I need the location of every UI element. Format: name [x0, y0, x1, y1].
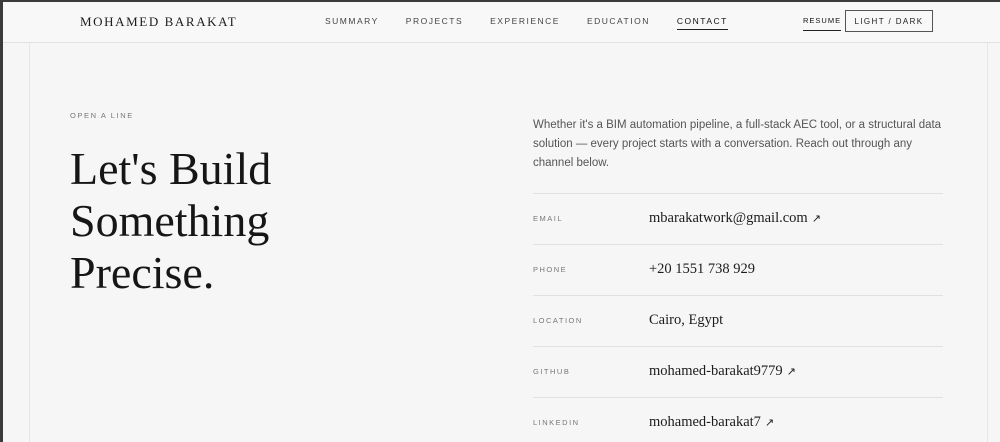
contact-value: mbarakatwork@gmail.com	[649, 210, 808, 226]
content-border-left	[29, 43, 30, 442]
page-title: Let's Build Something Precise.	[70, 143, 370, 299]
contact-label: PHONE	[533, 265, 568, 274]
nav-experience[interactable]: EXPERIENCE	[490, 16, 560, 30]
arrow-up-right-icon: ↗	[764, 416, 775, 429]
phone-value: +20 1551 738 929	[649, 261, 756, 277]
contact-label: GITHUB	[533, 367, 571, 376]
nav-summary[interactable]: SUMMARY	[325, 16, 379, 30]
window-frame-left	[0, 0, 3, 442]
contact-row-linkedin: LINKEDIN mohamed-barakat7 ↗	[533, 397, 943, 442]
theme-toggle-button[interactable]: LIGHT / DARK	[845, 10, 933, 32]
brand-logo-text[interactable]: MOHAMED BARAKAT	[80, 14, 237, 30]
contact-row-location: LOCATION Cairo, Egypt	[533, 295, 943, 346]
github-link[interactable]: mohamed-barakat9779 ↗	[649, 363, 796, 380]
resume-link[interactable]: RESUME	[803, 16, 842, 31]
arrow-up-right-icon: ↗	[786, 365, 796, 378]
page-title-line: Precise.	[70, 247, 215, 298]
linkedin-link[interactable]: mohamed-barakat7 ↗	[649, 414, 774, 431]
contact-label: LINKEDIN	[533, 418, 580, 427]
contact-label: LOCATION	[533, 316, 583, 325]
page-title-line: Something	[70, 195, 270, 246]
contact-row-email: EMAIL mbarakatwork@gmail.com ↗	[533, 193, 943, 244]
contact-label: EMAIL	[533, 214, 564, 223]
site-header: MOHAMED BARAKAT SUMMARY PROJECTS EXPERIE…	[3, 2, 1000, 43]
arrow-up-right-icon: ↗	[811, 212, 821, 225]
contact-list: EMAIL mbarakatwork@gmail.com ↗ PHONE +20 …	[533, 193, 943, 442]
email-link[interactable]: mbarakatwork@gmail.com ↗	[649, 210, 821, 227]
nav-contact[interactable]: CONTACT	[676, 16, 728, 30]
nav-projects[interactable]: PROJECTS	[406, 16, 463, 30]
content-border-right	[987, 43, 988, 442]
contact-intro-text: Whether it's a BIM automation pipeline, …	[533, 119, 942, 169]
main-nav: SUMMARY PROJECTS EXPERIENCE EDUCATION CO…	[325, 16, 755, 30]
contact-row-github: GITHUB mohamed-barakat9779 ↗	[533, 346, 943, 397]
section-eyebrow: OPEN A LINE	[70, 111, 134, 120]
nav-education[interactable]: EDUCATION	[587, 16, 650, 30]
location-value: Cairo, Egypt	[649, 312, 724, 328]
contact-value: mohamed-barakat9779	[649, 363, 783, 379]
page-title-line: Let's Build	[70, 143, 272, 194]
contact-row-phone: PHONE +20 1551 738 929	[533, 244, 943, 295]
contact-value: mohamed-barakat7	[649, 414, 761, 430]
